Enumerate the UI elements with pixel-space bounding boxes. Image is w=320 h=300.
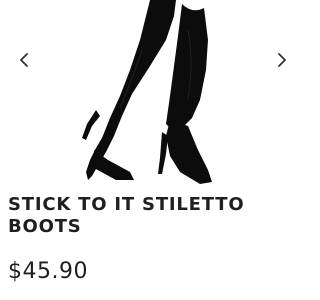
product-detail-screen: STICK TO IT STILETTO BOOTS $45.90 (0, 0, 300, 300)
product-price: $45.90 (8, 259, 88, 284)
product-title: STICK TO IT STILETTO BOOTS (8, 194, 245, 237)
product-image-carousel[interactable] (0, 0, 300, 190)
carousel-next-button[interactable] (272, 48, 292, 72)
product-image (82, 0, 212, 184)
carousel-prev-button[interactable] (14, 48, 34, 72)
chevron-left-icon (20, 53, 28, 67)
chevron-right-icon (278, 53, 286, 67)
